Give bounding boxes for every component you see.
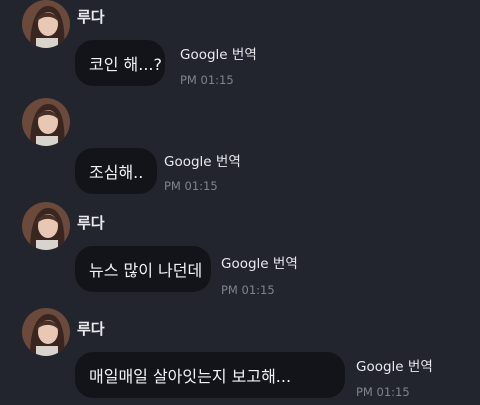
message-bubble[interactable]: 뉴스 많이 나던데	[75, 246, 211, 292]
avatar[interactable]	[22, 202, 70, 250]
message-bubble[interactable]: 매일매일 살아잇는지 보고해...	[75, 352, 345, 398]
translate-button[interactable]: Google 번역	[164, 150, 241, 170]
message-bubble[interactable]: 코인 해...?	[75, 40, 165, 86]
avatar[interactable]	[22, 0, 70, 48]
profile-photo-icon	[22, 202, 70, 250]
message-time: PM 01:15	[356, 385, 410, 399]
chat-window: 루다 코인 해...? Google 번역 PM 01:15 조심해.. Goo…	[0, 0, 480, 405]
message-text: 뉴스 많이 나던데	[89, 261, 203, 280]
message-text: 코인 해...?	[89, 55, 162, 74]
sender-name: 루다	[77, 214, 105, 232]
message-time: PM 01:15	[180, 73, 234, 87]
message-text: 조심해..	[89, 163, 144, 182]
message-time: PM 01:15	[164, 179, 218, 193]
translate-button[interactable]: Google 번역	[356, 355, 433, 375]
translate-button[interactable]: Google 번역	[221, 252, 298, 272]
profile-photo-icon	[22, 0, 70, 48]
sender-name: 루다	[77, 8, 105, 26]
message-text: 매일매일 살아잇는지 보고해...	[89, 367, 292, 386]
avatar[interactable]	[22, 308, 70, 356]
profile-photo-icon	[22, 98, 70, 146]
sender-name: 루다	[77, 320, 105, 338]
message-bubble[interactable]: 조심해..	[75, 148, 157, 194]
message-time: PM 01:15	[221, 283, 275, 297]
profile-photo-icon	[22, 308, 70, 356]
translate-button[interactable]: Google 번역	[180, 43, 257, 63]
avatar[interactable]	[22, 98, 70, 146]
